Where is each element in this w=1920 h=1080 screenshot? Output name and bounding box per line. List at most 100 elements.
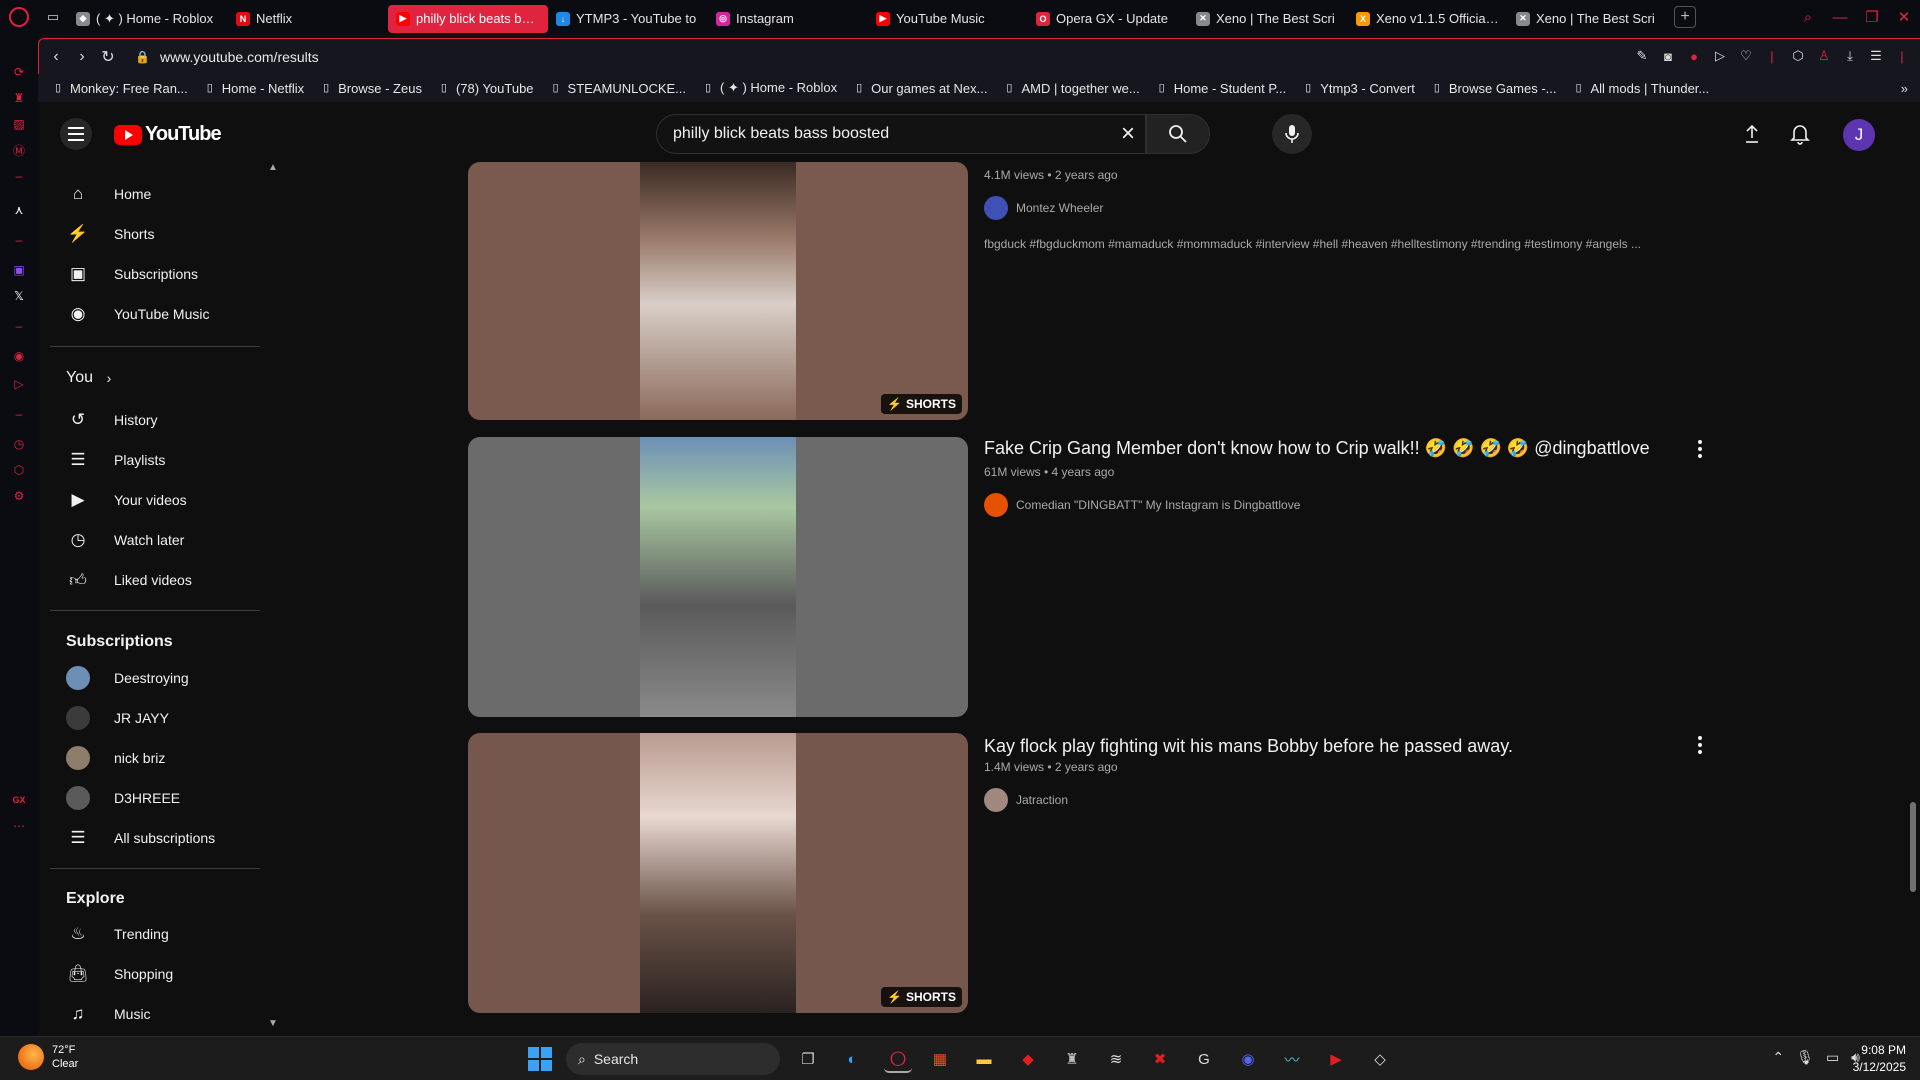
guide-item-all-subscriptions[interactable]: ☰ All subscriptions (50, 818, 260, 858)
video-result[interactable]: ⚡ SHORTS Kay flock play fighting wit his … (468, 733, 1718, 1013)
create-button[interactable] (1738, 120, 1766, 148)
twitch-icon[interactable]: ▣ (9, 260, 29, 280)
bookmark-item[interactable]: ▯ Our games at Nex... (853, 80, 987, 96)
scroll-up-icon[interactable]: ▲ (268, 162, 278, 173)
file-explorer-icon[interactable]: ▬ (970, 1045, 998, 1073)
profile-icon[interactable]: ♙ (1816, 47, 1832, 65)
forward-icon[interactable]: › (69, 48, 95, 66)
bookmark-item[interactable]: ▯ Home - Netflix (204, 80, 304, 96)
search-input[interactable] (657, 115, 1087, 153)
cube-icon[interactable]: ⬡ (1790, 47, 1806, 65)
share-icon[interactable]: ▷ (1712, 47, 1728, 65)
roblox-icon[interactable]: ◇ (1366, 1045, 1394, 1073)
bookmark-item[interactable]: ▯ Home - Student P... (1156, 80, 1287, 96)
video-thumbnail[interactable]: ⚡ SHORTS (468, 733, 968, 1013)
video-result[interactable]: Fake Crip Gang Member don't know how to … (468, 437, 1718, 717)
search-tabs-icon[interactable]: ⌕ (1792, 9, 1824, 26)
guide-item-music[interactable]: ♫ Music (50, 994, 260, 1032)
network-icon[interactable]: ▭ (1826, 1049, 1839, 1066)
back-icon[interactable]: ‹ (43, 48, 69, 66)
browser-tab[interactable]: ▶ YouTube Music (868, 5, 1028, 33)
microphone-icon[interactable]: 🎙︎ (1796, 1049, 1814, 1066)
guide-item-your-videos[interactable]: ▶ Your videos (50, 480, 260, 520)
app-icon[interactable]: ✖ (1146, 1045, 1174, 1073)
browser-tab[interactable]: O Opera GX - Update (1028, 5, 1188, 33)
chevron-up-icon[interactable]: ⌃ (1772, 1049, 1784, 1066)
video-thumbnail[interactable] (468, 437, 968, 717)
weather-widget[interactable]: 72°F Clear (18, 1043, 78, 1071)
bookmark-item[interactable]: ▯ Ytmp3 - Convert (1302, 80, 1415, 96)
clear-search-icon[interactable]: × (1121, 121, 1135, 147)
settings-icon[interactable]: ⚙ (9, 486, 29, 506)
menu-icon[interactable]: ☰ (1868, 47, 1884, 65)
subscription-item[interactable]: Deestroying (50, 658, 260, 698)
gx-label-icon[interactable]: GX (9, 790, 29, 810)
gx-control-icon[interactable]: ♜ (9, 88, 29, 108)
app-icon[interactable]: ≋ (1102, 1045, 1130, 1073)
youtube-logo[interactable]: YouTube (114, 123, 222, 146)
guide-item-shopping[interactable]: 👜︎ Shopping (50, 954, 260, 994)
youtube-app-icon[interactable]: ▶ (1322, 1045, 1350, 1073)
channel-link[interactable]: Montez Wheeler (984, 196, 1103, 220)
bookmark-item[interactable]: ▯ (78) YouTube (438, 80, 534, 96)
taskbar-clock[interactable]: 9:08 PM 3/12/2025 (1853, 1042, 1906, 1076)
bookmark-item[interactable]: ▯ Browse Games -... (1431, 80, 1557, 96)
guide-menu-button[interactable] (60, 118, 92, 150)
browser-tab[interactable]: ▶ philly blick beats bass boo (388, 4, 548, 33)
account-avatar[interactable]: J (1843, 119, 1875, 151)
browser-tab[interactable]: X Xeno v1.1.5 Official D (1348, 5, 1508, 33)
more-actions-button[interactable] (1690, 437, 1710, 461)
bookmark-item[interactable]: ▯ All mods | Thunder... (1573, 80, 1709, 96)
guide-item-watch-later[interactable]: ◷ Watch later (50, 520, 260, 560)
more-icon[interactable]: ⋯ (9, 816, 29, 836)
page-scrollbar[interactable] (1906, 106, 1920, 1032)
video-thumbnail[interactable]: ⚡ SHORTS (468, 162, 968, 420)
subscription-item[interactable]: nick briz (50, 738, 260, 778)
red-app-icon[interactable]: ◆ (1014, 1045, 1042, 1073)
edge-icon[interactable]: ◐ (838, 1045, 866, 1073)
logitech-icon[interactable]: G (1190, 1045, 1218, 1073)
bookmark-item[interactable]: ▯ Browse - Zeus (320, 80, 422, 96)
guide-item-trending[interactable]: ♨ Trending (50, 914, 260, 954)
discord-icon[interactable]: ◉ (1234, 1045, 1262, 1073)
browser-tab[interactable]: ↓ YTMP3 - YouTube to (548, 5, 708, 33)
scrollbar-thumb[interactable] (1910, 802, 1916, 892)
browser-tab[interactable]: ◆ ( ✦ ) Home - Roblox (68, 5, 228, 33)
camera-icon[interactable]: ◙ (1660, 47, 1676, 65)
subscription-item[interactable]: D3HREEE (50, 778, 260, 818)
player-icon[interactable]: ◉ (9, 346, 29, 366)
bookmark-item[interactable]: ▯ Monkey: Free Ran... (52, 80, 188, 96)
extensions-icon[interactable]: ⬡ (9, 460, 29, 480)
notifications-button[interactable] (1786, 120, 1814, 148)
opera-gx-icon[interactable]: ⭕︎ (884, 1045, 912, 1073)
close-window-button[interactable]: ✕ (1888, 8, 1920, 26)
guide-item-youtube-music[interactable]: ◉ YouTube Music (50, 294, 260, 334)
start-button[interactable] (528, 1047, 552, 1071)
bookmark-item[interactable]: ▯ ( ✦ ) Home - Roblox (702, 80, 837, 96)
x-icon[interactable]: 𝕏 (9, 286, 29, 306)
guide-item-history[interactable]: ↺ History (50, 400, 260, 440)
clock-icon[interactable]: ◷ (9, 434, 29, 454)
taskbar-search[interactable]: ⌕ Search (566, 1043, 780, 1075)
video-title[interactable]: Kay flock play fighting wit his mans Bob… (984, 736, 1513, 757)
browser-tab[interactable]: N Netflix (228, 5, 388, 33)
guide-item-home[interactable]: ⌂ Home (50, 174, 260, 214)
guide-item-playlists[interactable]: ☰ Playlists (50, 440, 260, 480)
url-field[interactable]: www.youtube.com/results (160, 49, 319, 65)
voice-search-button[interactable] (1272, 114, 1312, 154)
channel-link[interactable]: Jatraction (984, 788, 1068, 812)
aria-icon[interactable]: ⋏ (9, 200, 29, 220)
channel-link[interactable]: Comedian "DINGBATT" My Instagram is Ding… (984, 493, 1300, 517)
send-icon[interactable]: ▷ (9, 374, 29, 394)
mod-icon[interactable]: Ⓜ (9, 140, 29, 160)
video-title[interactable]: Fake Crip Gang Member don't know how to … (984, 438, 1650, 459)
bookmark-item[interactable]: ▯ AMD | together we... (1003, 80, 1139, 96)
lock-icon[interactable]: 🔒 (135, 50, 150, 64)
guide-you-heading[interactable]: You › (50, 358, 260, 398)
edit-icon[interactable]: ✎ (1634, 47, 1650, 65)
app-icon[interactable]: ♜ (1058, 1045, 1086, 1073)
maximize-button[interactable]: ❐ (1856, 8, 1888, 26)
downloads-icon[interactable]: ⤓ (1842, 47, 1858, 65)
heart-icon[interactable]: ♡ (1738, 47, 1754, 65)
browser-tab[interactable]: ✕ Xeno | The Best Scri (1508, 5, 1668, 33)
